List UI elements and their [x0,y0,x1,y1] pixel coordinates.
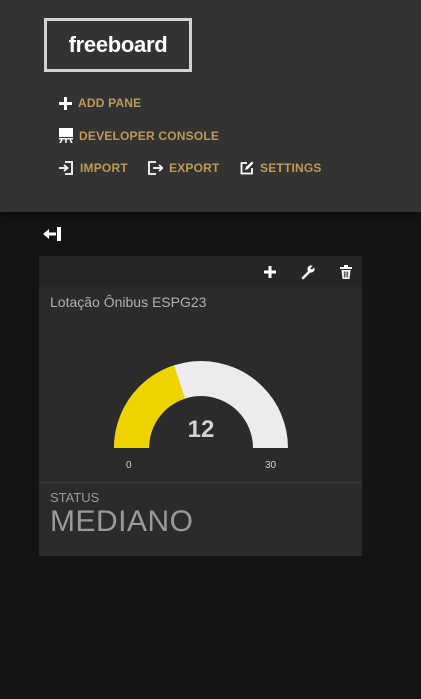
pane-divider [39,482,362,483]
gauge-min-label: 0 [126,460,132,471]
gauge-value: 12 [187,416,215,443]
gauge-chart [114,361,288,448]
gauge-max-label: 30 [265,460,277,471]
status-label: STATUS [50,490,100,505]
status-value: MEDIANO [50,505,194,538]
